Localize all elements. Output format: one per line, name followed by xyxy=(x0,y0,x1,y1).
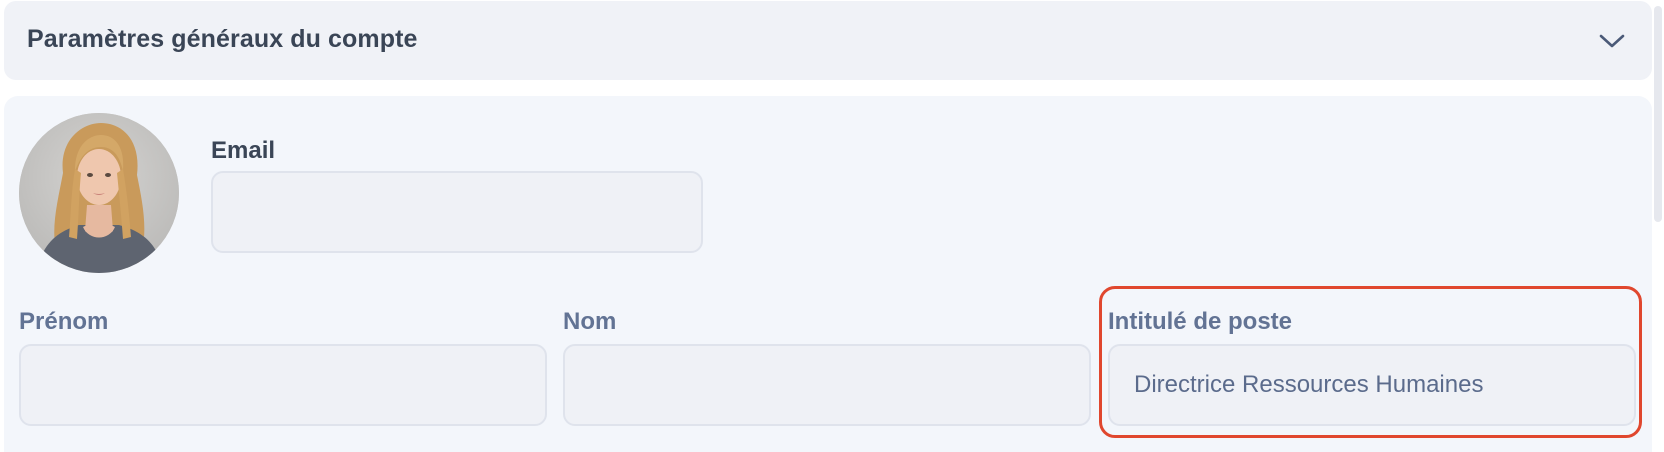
job-title-field[interactable] xyxy=(1108,344,1636,426)
avatar[interactable] xyxy=(19,113,179,273)
job-title-label: Intitulé de poste xyxy=(1108,308,1293,335)
user-avatar-photo xyxy=(19,113,179,273)
chevron-down-icon[interactable] xyxy=(1598,32,1626,50)
email-field[interactable] xyxy=(211,171,703,253)
section-title: Paramètres généraux du compte xyxy=(27,25,418,53)
first-name-field[interactable] xyxy=(19,344,547,426)
email-label: Email xyxy=(211,137,276,164)
account-settings-accordion-header[interactable]: Paramètres généraux du compte xyxy=(4,1,1652,80)
first-name-label: Prénom xyxy=(19,308,109,335)
last-name-label: Nom xyxy=(563,308,617,335)
scrollbar-thumb[interactable] xyxy=(1654,6,1662,222)
last-name-field[interactable] xyxy=(563,344,1091,426)
account-settings-page: Paramètres généraux du compte Email Prén… xyxy=(0,0,1664,452)
